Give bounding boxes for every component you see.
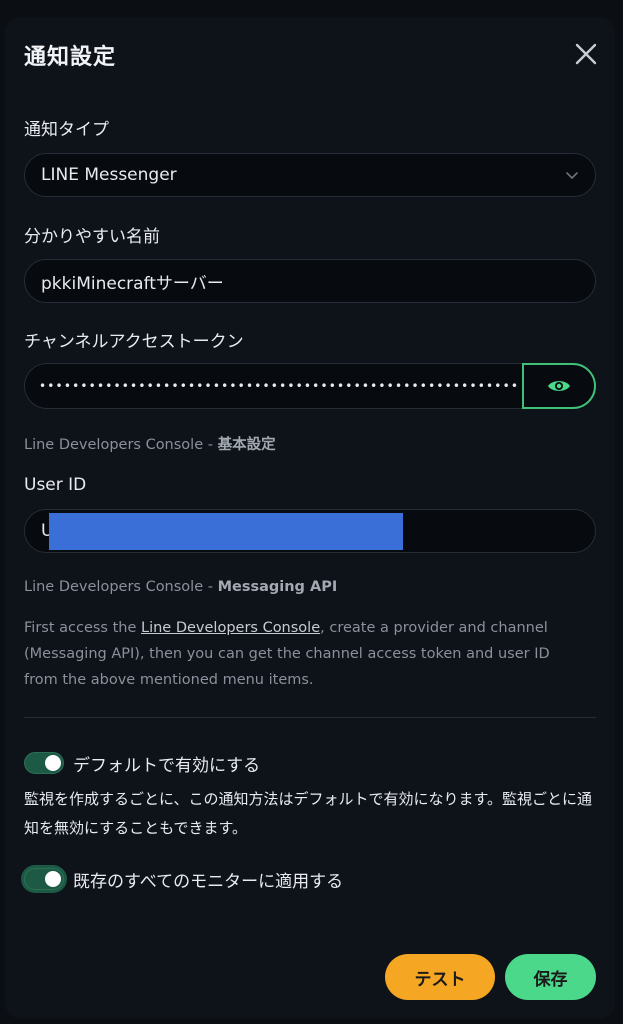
user-id-redaction <box>49 513 403 550</box>
user-id-label: User ID <box>24 475 87 495</box>
toggle-knob <box>45 755 61 771</box>
apply-existing-toggle[interactable] <box>24 868 64 890</box>
notification-type-label: 通知タイプ <box>24 120 109 140</box>
notification-type-select[interactable]: LINE Messenger <box>24 153 596 197</box>
access-token-group: ••••••••••••••••••••••••••••••••••••••••… <box>24 363 596 409</box>
hint-bold: Messaging API <box>217 579 338 595</box>
user-id-input[interactable]: U <box>24 509 596 553</box>
access-token-label: チャンネルアクセストークン <box>24 332 244 352</box>
divider <box>24 717 596 718</box>
instructions-text: First access the Line Developers Console… <box>24 615 584 693</box>
test-button[interactable]: テスト <box>385 954 495 1000</box>
friendly-name-label: 分かりやすい名前 <box>24 227 160 247</box>
line-developers-console-link[interactable]: Line Developers Console <box>141 620 320 636</box>
dialog-title: 通知設定 <box>24 45 117 70</box>
apply-existing-label: 既存のすべてのモニターに適用する <box>73 872 344 892</box>
instructions-before-link: First access the <box>24 620 141 636</box>
hint-prefix: Line Developers Console - <box>24 579 218 595</box>
toggle-knob <box>45 871 61 887</box>
access-token-masked-value: ••••••••••••••••••••••••••••••••••••••••… <box>39 379 520 393</box>
access-token-hint: Line Developers Console - 基本設定 <box>24 433 276 454</box>
hint-prefix: Line Developers Console - <box>24 437 218 453</box>
friendly-name-input[interactable]: pkkiMinecraftサーバー <box>24 259 596 303</box>
user-id-hint: Line Developers Console - Messaging API <box>24 579 337 595</box>
access-token-input[interactable]: ••••••••••••••••••••••••••••••••••••••••… <box>24 363 524 409</box>
show-password-button[interactable] <box>522 363 596 409</box>
friendly-name-value: pkkiMinecraftサーバー <box>41 273 224 294</box>
notification-settings-dialog: 通知設定 通知タイプ LINE Messenger 分かりやすい名前 pkkiM… <box>5 17 615 1019</box>
chevron-down-icon <box>566 172 578 179</box>
notification-type-value: LINE Messenger <box>41 165 177 185</box>
default-enabled-toggle[interactable] <box>24 752 64 774</box>
hint-bold: 基本設定 <box>217 437 276 453</box>
save-button[interactable]: 保存 <box>505 954 596 1000</box>
default-enabled-description: 監視を作成するごとに、この通知方法はデフォルトで有効になります。監視ごとに通知を… <box>24 790 593 837</box>
eye-icon <box>548 381 570 391</box>
default-enabled-label: デフォルトで有効にする <box>73 756 261 776</box>
close-icon[interactable] <box>573 41 599 67</box>
